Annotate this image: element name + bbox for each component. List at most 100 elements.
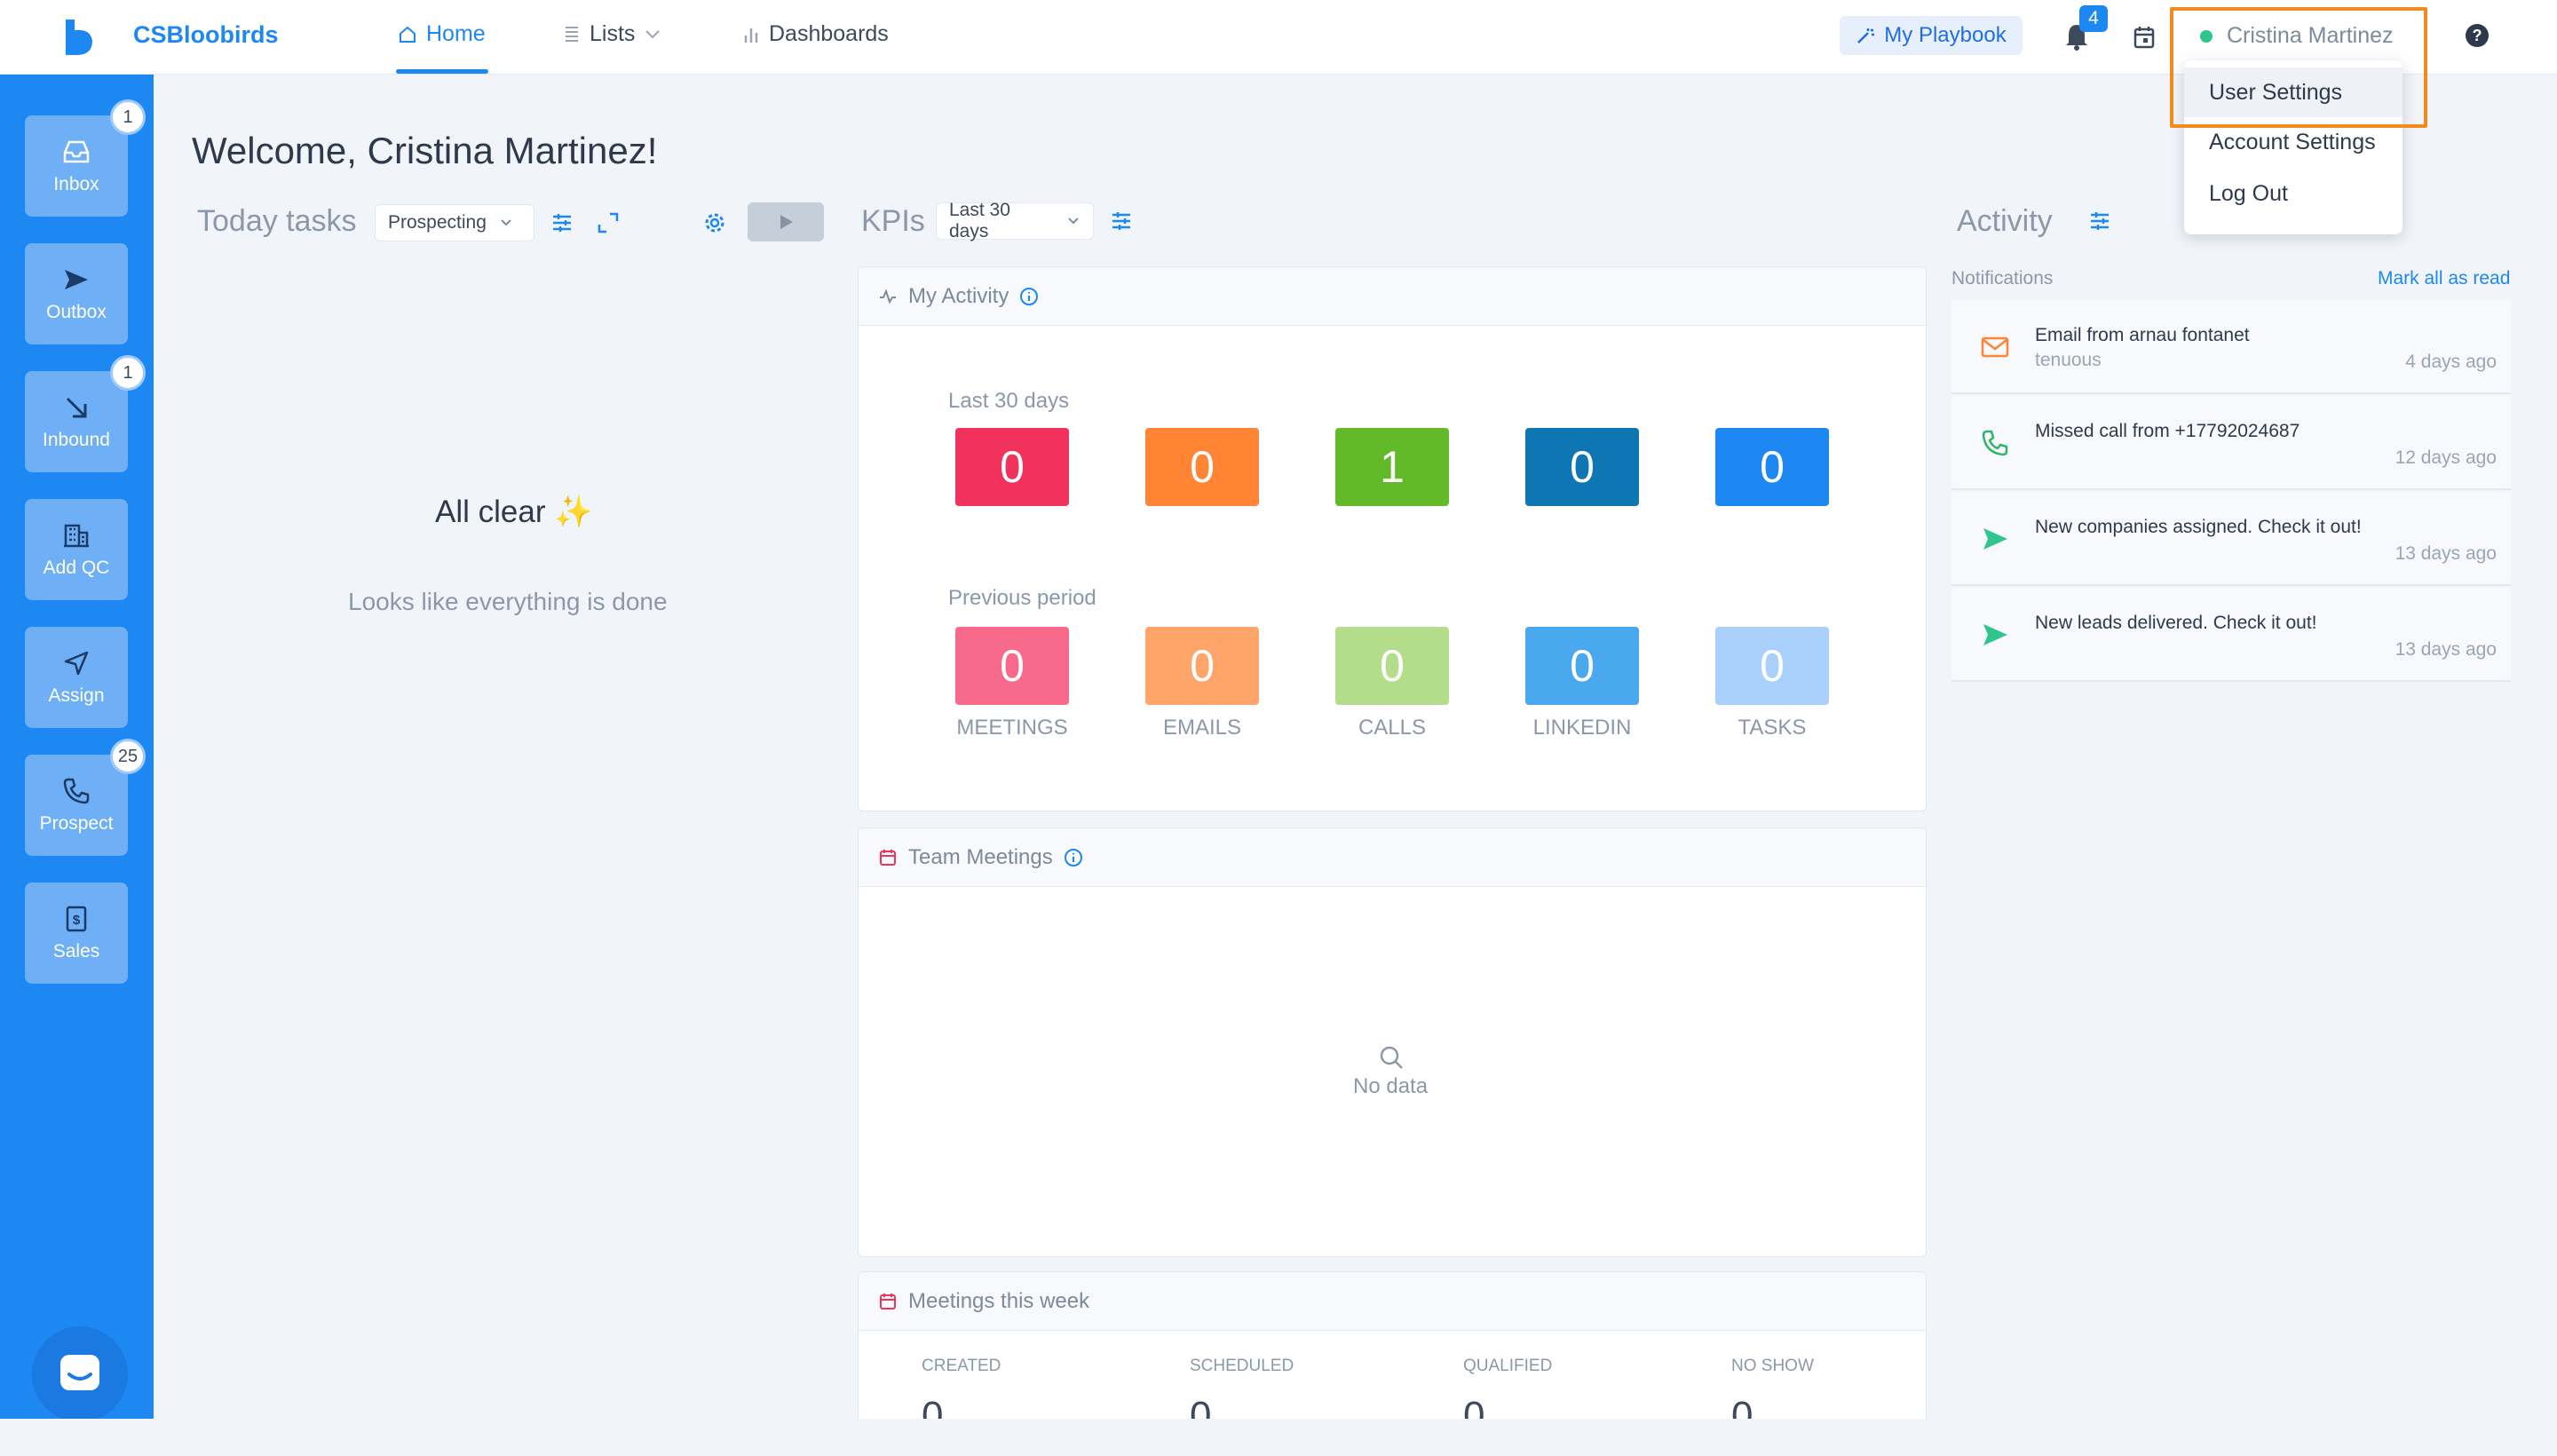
sliders-icon[interactable] (549, 210, 575, 236)
notification-item[interactable]: New companies assigned. Check it out! 13… (1951, 492, 2511, 586)
notifications-label: Notifications (1951, 268, 2054, 289)
nav-lists[interactable]: Lists (563, 21, 661, 47)
mail-icon (1981, 336, 2009, 358)
activity-pulse-icon (880, 288, 896, 304)
notification-count-badge: 4 (2079, 5, 2108, 32)
empty-state-subtitle: Looks like everything is done (348, 588, 668, 615)
notification-time: 13 days ago (2395, 639, 2497, 660)
notification-title: New leads delivered. Check it out! (2035, 613, 2317, 633)
tasks-filter-select[interactable]: Prospecting (375, 204, 534, 241)
notification-title: New companies assigned. Check it out! (2035, 517, 2362, 537)
svg-text:$: $ (73, 913, 81, 928)
kpi-previous-tasks: 0 (1715, 627, 1829, 705)
meetings-col-scheduled: SCHEDULED (1190, 1357, 1294, 1375)
meetings-week-header: Meetings this week (859, 1272, 1926, 1331)
kpi-current-meetings: 0 (955, 428, 1069, 506)
navigation-icon (64, 651, 89, 676)
sidebar-item-inbox[interactable]: Inbox (25, 115, 128, 217)
user-menu-trigger[interactable]: Cristina Martinez (2200, 23, 2394, 49)
inbox-icon (63, 140, 90, 163)
expand-icon[interactable] (595, 210, 621, 236)
info-icon[interactable] (1019, 287, 1039, 306)
help-icon[interactable]: ? (2465, 23, 2490, 48)
notification-item[interactable]: Email from arnau fontanet tenuous 4 days… (1951, 300, 2511, 394)
my-playbook-label: My Playbook (1884, 23, 2007, 47)
chevron-down-icon (501, 219, 511, 226)
team-meetings-card: Team Meetings (858, 827, 1927, 1257)
kpi-label-linkedin: LINKEDIN (1532, 716, 1632, 740)
menu-item-account-settings[interactable]: Account Settings (2184, 117, 2403, 167)
notification-item[interactable]: Missed call from +17792024687 12 days ag… (1951, 396, 2511, 490)
nav-dashboards[interactable]: Dashboards (742, 21, 889, 47)
user-menu-dropdown: User Settings Account Settings Log Out (2184, 60, 2403, 234)
nav-dashboards-label: Dashboards (769, 21, 889, 46)
calendar-icon (880, 1293, 896, 1310)
top-bar: CSBloobirds Home Lists Dashboards My Pla… (0, 0, 2557, 75)
notification-time: 4 days ago (2405, 352, 2497, 372)
building-icon (64, 524, 89, 548)
arrow-down-right-icon (66, 397, 87, 418)
kpi-current-calls: 1 (1335, 428, 1449, 506)
sliders-icon[interactable] (2086, 208, 2113, 234)
play-icon (780, 215, 793, 229)
gear-icon[interactable] (701, 210, 728, 236)
kpi-label-meetings: MEETINGS (956, 716, 1068, 740)
team-meetings-title: Team Meetings (908, 844, 1053, 869)
menu-item-user-settings[interactable]: User Settings (2184, 67, 2403, 117)
kpi-previous-calls: 0 (1335, 627, 1449, 705)
list-icon (566, 26, 578, 42)
team-meetings-header: Team Meetings (859, 828, 1926, 887)
send-icon (1983, 528, 2007, 550)
menu-item-log-out[interactable]: Log Out (2184, 169, 2403, 218)
kpi-previous-linkedin: 0 (1525, 627, 1639, 705)
chat-launcher-button[interactable] (32, 1326, 128, 1422)
sidebar-item-label: Inbox (53, 174, 99, 194)
send-icon (1983, 624, 2007, 645)
kpi-current-linkedin: 0 (1525, 428, 1639, 506)
home-icon (400, 26, 416, 43)
left-sidebar: Inbox 1 Outbox Inbound 1 Add QC Assign P… (0, 75, 154, 1456)
sidebar-item-outbox[interactable]: Outbox (25, 243, 128, 344)
kpis-range-value: Last 30 days (949, 200, 1010, 241)
bloobirds-logo-icon[interactable] (62, 18, 98, 57)
info-icon[interactable] (1064, 848, 1083, 867)
today-tasks-title: Today tasks (197, 204, 357, 238)
bottom-fade (0, 1419, 2557, 1456)
sidebar-item-add-qc[interactable]: Add QC (25, 499, 128, 600)
brand-name[interactable]: CSBloobirds (133, 21, 279, 49)
sidebar-item-assign[interactable]: Assign (25, 627, 128, 728)
nav-home[interactable]: Home (398, 21, 486, 47)
meetings-week-title: Meetings this week (908, 1288, 1090, 1313)
online-status-dot (2200, 29, 2213, 43)
phone-icon (63, 778, 90, 804)
mark-all-read-link[interactable]: Mark all as read (2378, 268, 2510, 289)
sidebar-item-prospect[interactable]: Prospect (25, 755, 128, 856)
kpi-current-tasks: 0 (1715, 428, 1829, 506)
activity-title: Activity (1957, 204, 2053, 238)
meetings-col-created: CREATED (922, 1357, 1001, 1375)
sidebar-item-sales[interactable]: $ Sales (25, 882, 128, 984)
sidebar-item-inbound[interactable]: Inbound (25, 371, 128, 472)
inbound-count-badge: 1 (110, 355, 146, 391)
current-period-label: Last 30 days (948, 389, 1070, 413)
notification-item[interactable]: New leads delivered. Check it out! 13 da… (1951, 588, 2511, 682)
chat-icon (60, 1355, 99, 1390)
nav-lists-label: Lists (590, 21, 636, 46)
my-activity-title: My Activity (908, 283, 1009, 308)
kpi-current-emails: 0 (1145, 428, 1259, 506)
kpi-label-tasks: TASKS (1738, 716, 1807, 740)
sparkles-icon: ✨ (554, 495, 593, 529)
sidebar-item-label: Prospect (39, 813, 114, 834)
calendar-icon[interactable] (2133, 25, 2156, 50)
empty-state-text: All clear (435, 495, 546, 529)
tasks-filter-value: Prospecting (388, 212, 487, 233)
user-name: Cristina Martinez (2227, 23, 2394, 48)
kpis-range-select[interactable]: Last 30 days (936, 200, 1094, 241)
sliders-icon[interactable] (1108, 208, 1135, 234)
start-tasks-button[interactable] (748, 202, 824, 241)
empty-state-title: All clear ✨ (435, 494, 593, 530)
notification-title: Email from arnau fontanet (2035, 325, 2250, 345)
dollar-icon: $ (66, 906, 87, 932)
my-playbook-button[interactable]: My Playbook (1840, 16, 2023, 55)
sidebar-item-label: Add QC (43, 558, 110, 578)
